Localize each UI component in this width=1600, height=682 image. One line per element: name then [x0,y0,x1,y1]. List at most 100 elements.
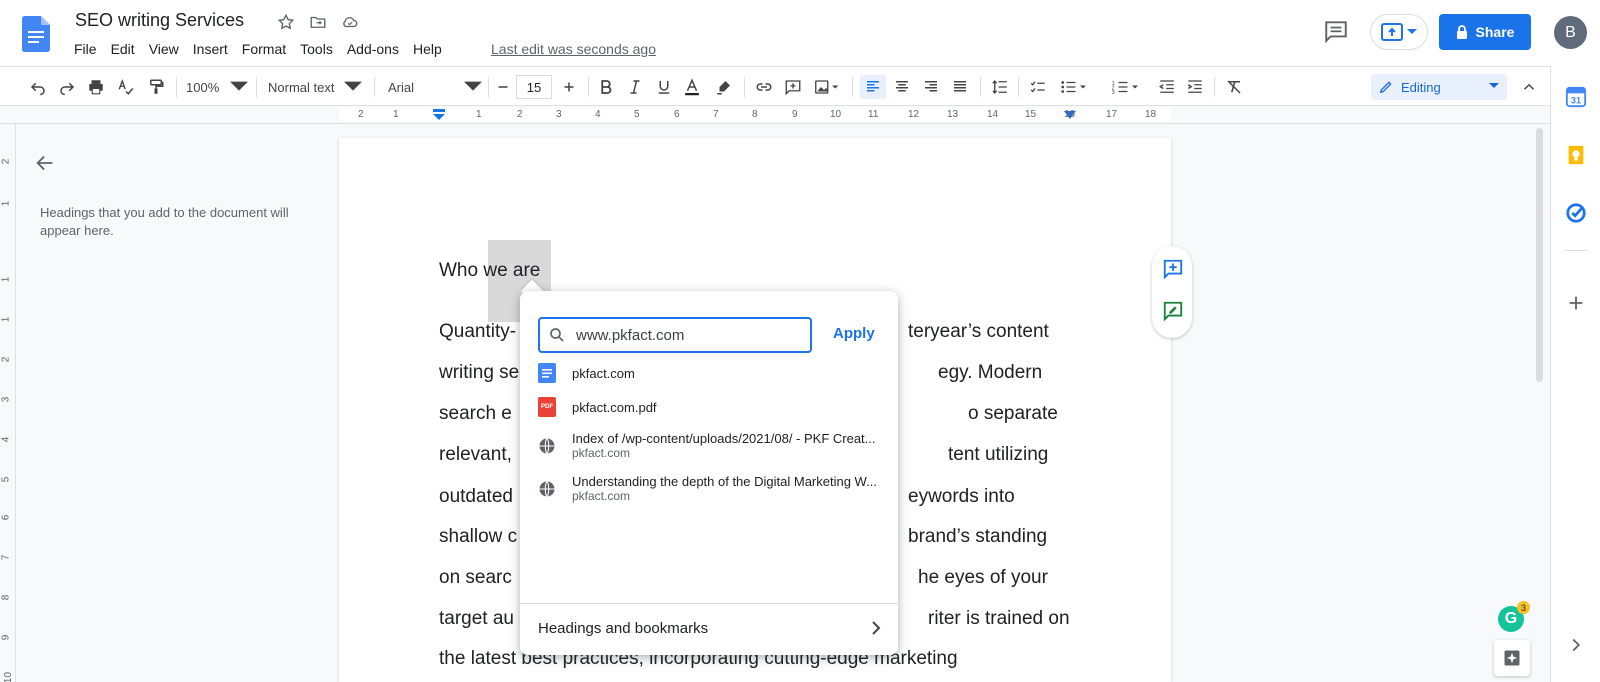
vertical-ruler-number: 3 [0,396,12,403]
close-outline-arrow-icon[interactable] [34,152,56,174]
scrollbar-thumb[interactable] [1536,128,1543,382]
paragraph-line[interactable]: Quantity- [439,321,516,343]
decrease-font-size-button[interactable] [492,75,514,99]
print-icon[interactable] [84,75,108,99]
move-folder-icon[interactable] [308,12,328,32]
paragraph-line-end[interactable]: egy. Modern [938,362,1042,384]
paragraph-line[interactable]: relevant, [439,444,512,466]
zoom-select[interactable]: 100% [186,75,248,99]
share-button[interactable]: Share [1439,14,1531,50]
left-indent-marker-icon[interactable] [432,109,446,121]
chevron-down-icon [230,81,248,91]
increase-font-size-button[interactable] [558,75,580,99]
paragraph-line-end[interactable]: o separate [968,403,1058,425]
suggestion-item[interactable]: pkfact.com [538,357,890,389]
menu-insert[interactable]: Insert [193,41,228,57]
bold-icon[interactable] [594,75,618,99]
present-button[interactable] [1370,14,1428,50]
underline-icon[interactable] [652,75,676,99]
ruler-number: 2 [517,109,523,120]
vertical-scrollbar[interactable] [1533,126,1545,682]
paragraph-line-end[interactable]: he eyes of your [918,567,1048,589]
font-select[interactable]: Arial [388,75,482,99]
insert-image-icon[interactable] [810,75,844,99]
doc-title[interactable]: SEO writing Services [75,10,244,31]
insert-link-icon[interactable] [752,75,776,99]
chevron-right-icon [872,621,881,635]
horizontal-ruler[interactable]: 2 1 1 2 3 4 5 6 7 8 9 10 11 12 13 14 15 16 17 18 [0,106,1550,124]
headings-and-bookmarks-item[interactable]: Headings and bookmarks [538,613,882,643]
suggestion-item[interactable]: Index of /wp-content/uploads/2021/08/ - … [538,426,890,466]
expand-side-panel-chevron-icon[interactable] [1565,634,1587,656]
vertical-ruler-number: 1 [0,200,12,207]
italic-icon[interactable] [623,75,647,99]
suggestion-item[interactable]: Understanding the depth of the Digital M… [538,469,890,509]
align-center-icon[interactable] [890,75,914,99]
explore-button[interactable] [1494,640,1530,676]
tasks-icon[interactable] [1565,202,1587,224]
vertical-ruler-number: 2 [0,158,12,165]
increase-indent-icon[interactable] [1183,75,1207,99]
grammarly-count-badge: 3 [1517,601,1530,614]
comment-history-icon[interactable] [1323,18,1349,44]
star-icon[interactable] [276,12,296,32]
menu-format[interactable]: Format [242,41,286,57]
paragraph-line-end[interactable]: eywords into [908,486,1015,508]
document-heading[interactable]: Who we are [439,260,540,282]
editing-mode-select[interactable]: Editing [1371,74,1507,100]
bulleted-list-icon[interactable] [1054,75,1094,99]
account-avatar[interactable]: B [1554,16,1587,49]
paragraph-line[interactable]: outdated [439,486,513,508]
calendar-icon[interactable]: 31 [1565,86,1587,108]
link-search-box[interactable] [538,317,812,353]
paragraph-line[interactable]: on searc [439,567,512,589]
font-size-input[interactable]: 15 [516,75,552,99]
paragraph-line-end[interactable]: riter is trained on [928,608,1070,630]
align-left-icon[interactable] [860,75,886,99]
menu-file[interactable]: File [74,41,97,57]
highlight-color-icon[interactable] [712,75,736,99]
side-panel-divider [1565,250,1587,251]
docs-logo-icon[interactable] [22,16,50,52]
add-comment-icon[interactable] [781,75,805,99]
menu-view[interactable]: View [149,41,179,57]
paragraph-line-end[interactable]: tent utilizing [948,444,1048,466]
get-add-ons-plus-icon[interactable] [1565,292,1587,314]
paragraph-line[interactable]: target au [439,608,514,630]
paint-format-icon[interactable] [144,75,168,99]
add-comment-float-icon[interactable] [1162,258,1184,280]
clear-formatting-icon[interactable] [1222,75,1246,99]
text-color-icon[interactable] [680,75,704,99]
menu-add-ons[interactable]: Add-ons [347,41,399,57]
ruler-number: 7 [713,109,719,120]
suggest-edits-float-icon[interactable] [1162,300,1184,322]
decrease-indent-icon[interactable] [1155,75,1179,99]
suggestion-item[interactable]: PDF pkfact.com.pdf [538,391,890,423]
paragraph-line[interactable]: shallow c [439,526,517,548]
undo-icon[interactable] [26,75,50,99]
menu-edit[interactable]: Edit [111,41,135,57]
apply-link-button[interactable]: Apply [833,325,875,342]
checklist-icon[interactable] [1026,75,1050,99]
paragraph-line-end[interactable]: brand’s standing [908,526,1047,548]
paragraph-line-end[interactable]: teryear’s content [908,321,1049,343]
align-justify-icon[interactable] [948,75,972,99]
paragraph-style-select[interactable]: Normal text [268,75,362,99]
cloud-saved-icon[interactable] [340,12,360,32]
spellcheck-icon[interactable] [114,75,138,99]
hide-menus-chevron-up-icon[interactable] [1517,75,1541,99]
vertical-ruler[interactable]: 2111234567891011 [0,124,16,682]
paragraph-line[interactable]: search e [439,403,512,425]
link-search-input[interactable] [576,326,796,344]
paragraph-line[interactable]: writing se [439,362,519,384]
ruler-number: 9 [792,109,798,120]
menu-help[interactable]: Help [413,41,442,57]
last-edit-link[interactable]: Last edit was seconds ago [491,41,656,57]
align-right-icon[interactable] [919,75,943,99]
menu-tools[interactable]: Tools [300,41,333,57]
line-spacing-icon[interactable] [988,75,1012,99]
numbered-list-icon[interactable]: 123 [1106,75,1146,99]
insert-link-popup: Apply pkfact.com PDF pkfact.com.pdf Inde… [520,291,898,655]
redo-icon[interactable] [55,75,79,99]
keep-icon[interactable] [1565,144,1587,166]
